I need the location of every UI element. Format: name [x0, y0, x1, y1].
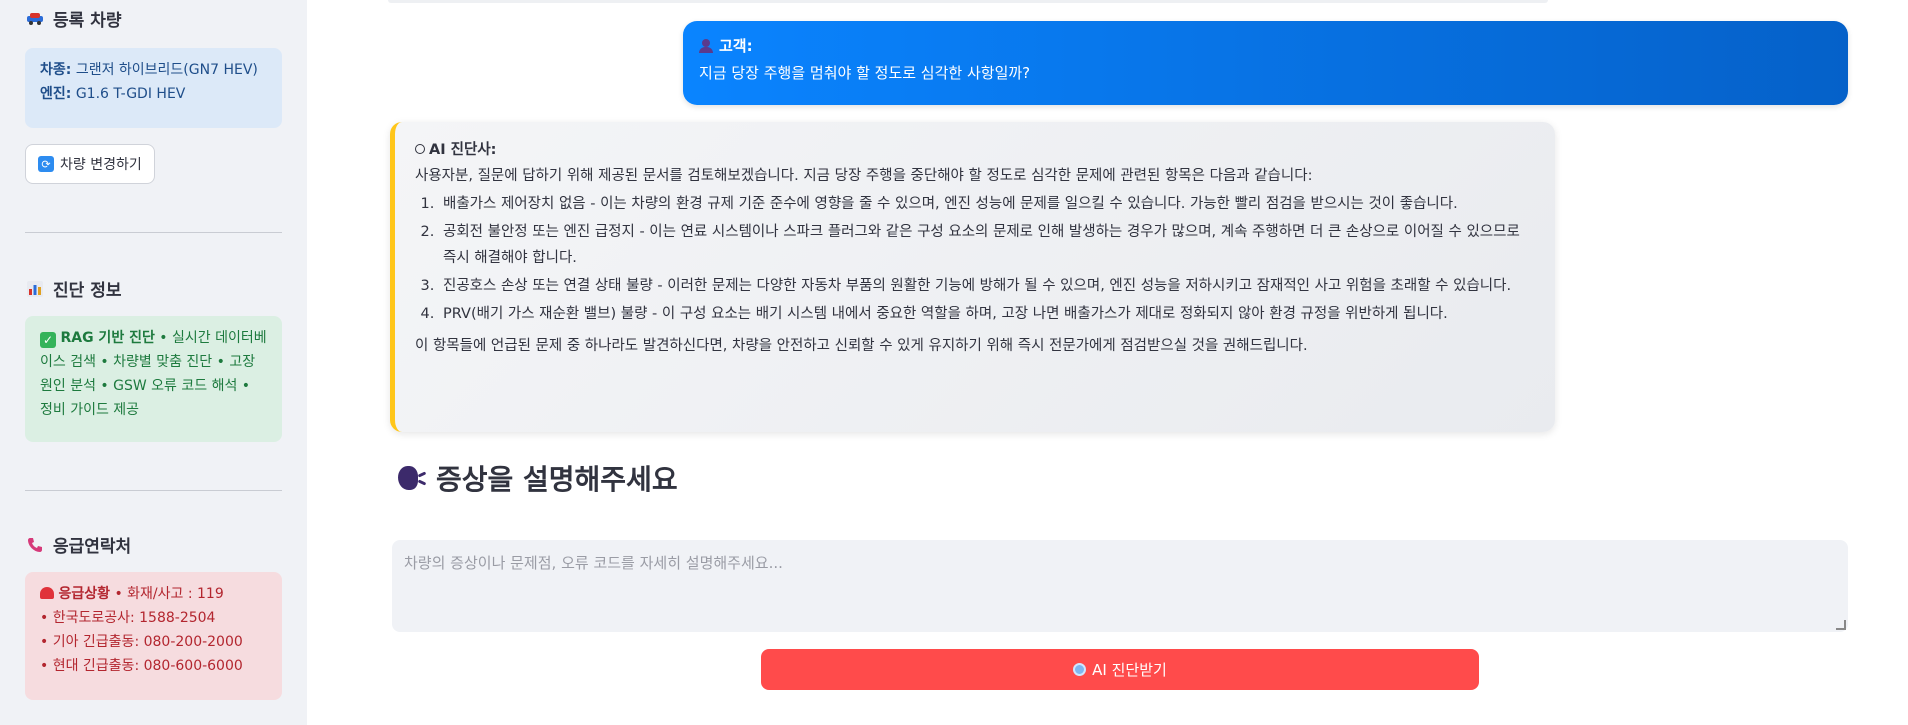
user-icon [699, 38, 713, 53]
ai-intro: 사용자분, 질문에 답하기 위해 제공된 문서를 검토해보겠습니다. 지금 당장… [415, 168, 1313, 184]
change-vehicle-label: 차량 변경하기 [60, 157, 142, 173]
engine-label: 엔진: [40, 86, 72, 102]
emergency-line-hyundai: • 현대 긴급출동: 080-600-6000 [40, 658, 243, 674]
emergency-first-line: 응급상황 • 화재/사고 : 119 [40, 582, 267, 606]
phone-icon [25, 535, 45, 555]
ai-list-item: PRV(배기 가스 재순환 밸브) 불량 - 이 구성 요소는 배기 시스템 내… [439, 301, 1537, 327]
previous-message-edge [388, 0, 1548, 3]
ai-label: AI 진단사: [429, 142, 497, 158]
diag-section-title: 진단 정보 [53, 281, 122, 301]
refresh-icon: ⟳ [38, 156, 54, 172]
ai-list: 배출가스 제어장치 없음 - 이는 차량의 환경 규제 기준 준수에 영향을 줄… [439, 191, 1537, 327]
emergency-line-expressway: • 한국도로공사: 1588-2504 [40, 610, 216, 626]
emergency-line-kia: • 기아 긴급출동: 080-200-2000 [40, 634, 243, 650]
magnifier-icon [1073, 663, 1087, 676]
change-vehicle-button[interactable]: ⟳ 차량 변경하기 [25, 144, 155, 184]
ai-diagnose-label: AI 진단받기 [1092, 661, 1167, 679]
emergency-section-title: 응급연락처 [53, 537, 132, 557]
model-label: 차종: [40, 62, 72, 78]
bar-chart-icon [25, 279, 45, 299]
customer-label: 고객: [719, 37, 753, 55]
ai-closing: 이 항목들에 언급된 문제 중 하나라도 발견하신다면, 차량을 안전하고 신뢰… [415, 338, 1308, 354]
customer-header: 고객: [699, 35, 1832, 56]
car-icon [25, 9, 45, 29]
vehicle-section-header: 등록 차량 [25, 6, 121, 31]
symptom-input[interactable] [392, 540, 1848, 632]
speaking-head-icon [396, 463, 427, 493]
symptom-section-header: 증상을 설명해주세요 [396, 458, 678, 498]
diag-section-header: 진단 정보 [25, 276, 121, 301]
ai-diagnose-button[interactable]: AI 진단받기 [761, 649, 1479, 690]
vehicle-section-title: 등록 차량 [53, 11, 122, 31]
rag-badge: RAG 기반 진단 [60, 330, 155, 346]
diag-info-box: ✓ RAG 기반 진단 • 실시간 데이터베이스 검색 • 차량별 맞춤 진단 … [25, 316, 282, 442]
model-value: 그랜저 하이브리드(GN7 HEV) [75, 62, 258, 78]
customer-text: 지금 당장 주행을 멈춰야 할 정도로 심각한 사항일까? [699, 64, 1031, 82]
symptom-title: 증상을 설명해주세요 [436, 463, 678, 496]
customer-message: 고객: 지금 당장 주행을 멈춰야 할 정도로 심각한 사항일까? [683, 21, 1848, 105]
sidebar: 등록 차량 차종: 그랜저 하이브리드(GN7 HEV) 엔진: G1.6 T-… [0, 0, 307, 725]
robot-icon [415, 143, 425, 154]
engine-value: G1.6 T-GDI HEV [75, 86, 186, 102]
vehicle-info-box: 차종: 그랜저 하이브리드(GN7 HEV) 엔진: G1.6 T-GDI HE… [25, 48, 282, 128]
emergency-section-header: 응급연락처 [25, 532, 131, 557]
ai-header: AI 진단사: [415, 138, 1537, 159]
ai-message: AI 진단사: 사용자분, 질문에 답하기 위해 제공된 문서를 검토해보겠습니… [390, 122, 1555, 432]
emergency-badge: 응급상황 [58, 586, 110, 602]
ai-list-item: 진공호스 손상 또는 연결 상태 불량 - 이러한 문제는 다양한 자동차 부품… [439, 273, 1537, 299]
siren-icon [40, 587, 54, 599]
ai-list-item: 공회전 불안정 또는 엔진 급정지 - 이는 연료 시스템이나 스파크 플러그와… [439, 219, 1537, 271]
emergency-info-box: 응급상황 • 화재/사고 : 119 • 한국도로공사: 1588-2504 •… [25, 572, 282, 700]
divider [25, 232, 282, 233]
resize-handle-icon[interactable] [1836, 620, 1846, 630]
check-icon: ✓ [40, 332, 56, 348]
emergency-line-fire: • 화재/사고 : 119 [114, 586, 224, 602]
ai-list-item: 배출가스 제어장치 없음 - 이는 차량의 환경 규제 기준 준수에 영향을 줄… [439, 191, 1537, 217]
divider [25, 490, 282, 491]
